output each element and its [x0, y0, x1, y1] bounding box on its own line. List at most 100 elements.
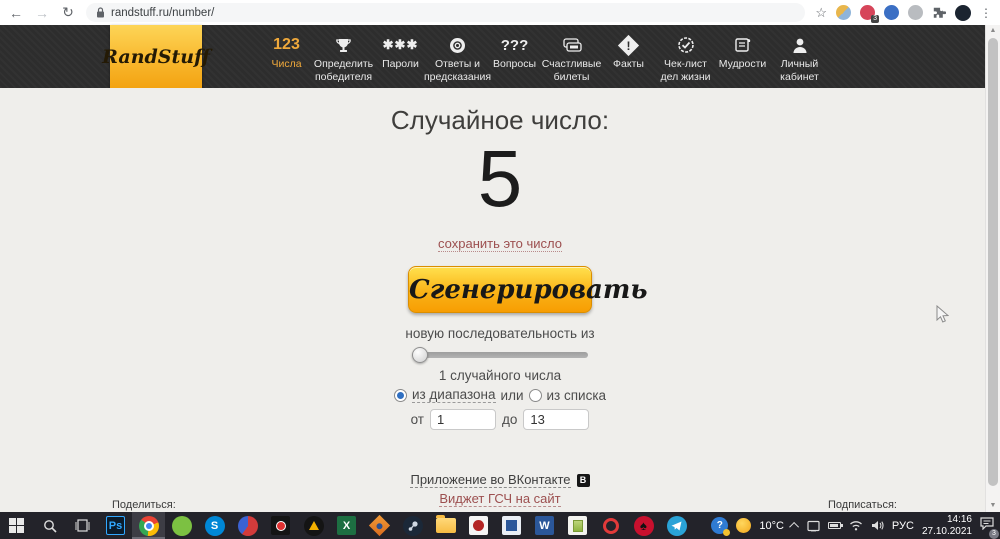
spade-icon: ♠ — [633, 515, 654, 536]
nav-label: Пароли — [382, 58, 419, 70]
to-input[interactable] — [523, 409, 590, 430]
taskbar-chrome[interactable] — [132, 512, 165, 539]
range-radio-label[interactable]: из диапазона — [411, 387, 496, 403]
extension-badge: 3 — [871, 15, 879, 23]
nav-item-numbers[interactable]: 123 Числа — [258, 25, 315, 88]
taskbar-orange-diamond-app[interactable] — [363, 512, 396, 539]
extension-home-icon[interactable] — [836, 5, 851, 20]
language-indicator[interactable]: РУС — [892, 520, 914, 532]
task-view-icon — [75, 519, 90, 532]
or-label: или — [500, 387, 524, 403]
task-view-button[interactable] — [66, 512, 99, 539]
wifi-icon[interactable] — [849, 520, 863, 531]
weather-sun-icon[interactable] — [736, 518, 752, 533]
tickets-icon — [562, 32, 582, 58]
taskbar-red-swirl-app[interactable] — [231, 512, 264, 539]
taskbar-document-app[interactable] — [561, 512, 594, 539]
system-tray: ? 10°C РУС 14:16 27.10.2021 3 — [711, 514, 1000, 539]
tablet-tray-icon[interactable] — [807, 520, 820, 532]
chrome-icon — [138, 515, 159, 536]
list-radio[interactable] — [528, 388, 542, 402]
list-radio-label[interactable]: из списка — [547, 388, 607, 403]
person-icon — [792, 32, 808, 58]
nav-item-answers[interactable]: Ответы и предсказания — [424, 25, 491, 88]
vk-icon[interactable]: B — [576, 473, 590, 487]
slider-track[interactable] — [412, 352, 588, 358]
site-logo[interactable]: RandStuff — [102, 25, 210, 88]
red-emblem-icon — [473, 520, 484, 531]
scrollbar-thumb[interactable] — [988, 38, 998, 486]
taskbar-photoshop[interactable]: Ps — [99, 512, 132, 539]
nav-item-passwords[interactable]: ✱✱✱ Пароли — [372, 25, 429, 88]
taskbar-telegram[interactable] — [660, 512, 693, 539]
nav-item-checklist[interactable]: Чек-лист дел жизни — [657, 25, 714, 88]
vk-app-link[interactable]: Приложение во ВКонтакте — [410, 472, 571, 488]
steam-icon — [408, 520, 418, 531]
back-icon[interactable]: ← — [8, 5, 24, 21]
nav-item-winner[interactable]: Определить победителя — [313, 25, 374, 88]
battery-icon[interactable] — [827, 522, 843, 529]
nav-item-questions[interactable]: ??? Вопросы — [486, 25, 543, 88]
skype-icon: S — [204, 515, 225, 536]
nav-item-wisdom[interactable]: Мудрости — [714, 25, 771, 88]
sequence-label: новую последовательность из — [405, 326, 595, 341]
taskbar-excel[interactable]: X — [330, 512, 363, 539]
taskbar-steam[interactable] — [396, 512, 429, 539]
forward-icon[interactable]: → — [34, 5, 50, 21]
nav-item-tickets[interactable]: Счастливые билеты — [542, 25, 601, 88]
notification-center-button[interactable]: 3 — [980, 516, 999, 539]
taskbar-explorer[interactable] — [429, 512, 462, 539]
help-tray-icon[interactable]: ? — [711, 517, 731, 536]
address-bar[interactable]: randstuff.ru/number/ — [86, 3, 806, 22]
page-scrollbar[interactable]: ▲ ▼ — [985, 25, 1000, 512]
padlock-icon — [97, 7, 104, 18]
questions-icon: ??? — [500, 36, 529, 54]
scroll-up-icon[interactable]: ▲ — [986, 25, 1000, 37]
url-text[interactable]: randstuff.ru/number/ — [111, 7, 214, 19]
taskbar-opera[interactable] — [594, 512, 627, 539]
temperature-text[interactable]: 10°C — [759, 520, 784, 532]
start-button[interactable] — [0, 512, 33, 539]
taskbar-aimp[interactable] — [297, 512, 330, 539]
speaker-icon[interactable] — [871, 520, 884, 531]
taskbar-floppy-app[interactable] — [495, 512, 528, 539]
taskbar-screen-recorder[interactable] — [264, 512, 297, 539]
extensions-puzzle-icon[interactable] — [932, 6, 946, 20]
nav-label: Чек-лист дел жизни — [660, 58, 711, 83]
bookmark-star-icon[interactable]: ☆ — [815, 5, 827, 21]
from-input[interactable] — [430, 409, 496, 430]
widget-link[interactable]: Виджет ГСЧ на сайт — [439, 491, 561, 507]
taskbar-pokerstars[interactable]: ♠ — [627, 512, 660, 539]
orange-diamond-icon — [368, 514, 391, 537]
tray-expand-icon[interactable] — [789, 521, 799, 532]
extension-red-icon[interactable]: 3 — [860, 5, 879, 23]
extension-blue-icon[interactable] — [884, 5, 899, 20]
range-radio[interactable] — [393, 388, 407, 402]
reload-icon[interactable]: ↻ — [60, 4, 76, 21]
taskbar-white-emblem-app[interactable] — [462, 512, 495, 539]
page-title: Случайное число: — [390, 105, 610, 135]
taskbar-utorrent[interactable] — [165, 512, 198, 539]
nav-item-facts[interactable]: ! Факты — [600, 25, 657, 88]
sequence-slider[interactable] — [412, 347, 588, 363]
from-label: от — [410, 412, 424, 427]
extension-shield-icon[interactable] — [908, 5, 923, 20]
browser-menu-icon[interactable]: ⋮ — [980, 6, 992, 20]
trophy-icon — [335, 32, 352, 58]
scroll-down-icon[interactable]: ▼ — [986, 500, 1000, 512]
nav-label: Определить победителя — [313, 58, 374, 83]
profile-avatar[interactable] — [955, 4, 971, 21]
site-header: RandStuff 123 Числа Определить победител… — [0, 25, 1000, 88]
nav-item-account[interactable]: Личный кабинет — [771, 25, 828, 88]
clock[interactable]: 14:16 27.10.2021 — [922, 514, 972, 537]
share-label: Поделиться: — [112, 499, 176, 511]
taskbar-skype[interactable]: S — [198, 512, 231, 539]
taskbar-word[interactable]: W — [528, 512, 561, 539]
notification-icon — [980, 516, 994, 530]
slider-handle[interactable] — [412, 347, 428, 363]
generate-button[interactable]: Сгенерировать — [408, 266, 648, 313]
nav-label: Числа — [271, 58, 302, 70]
taskbar-search-button[interactable] — [33, 512, 66, 539]
save-number-link[interactable]: сохранить это число — [438, 236, 562, 252]
to-label: до — [502, 412, 518, 427]
